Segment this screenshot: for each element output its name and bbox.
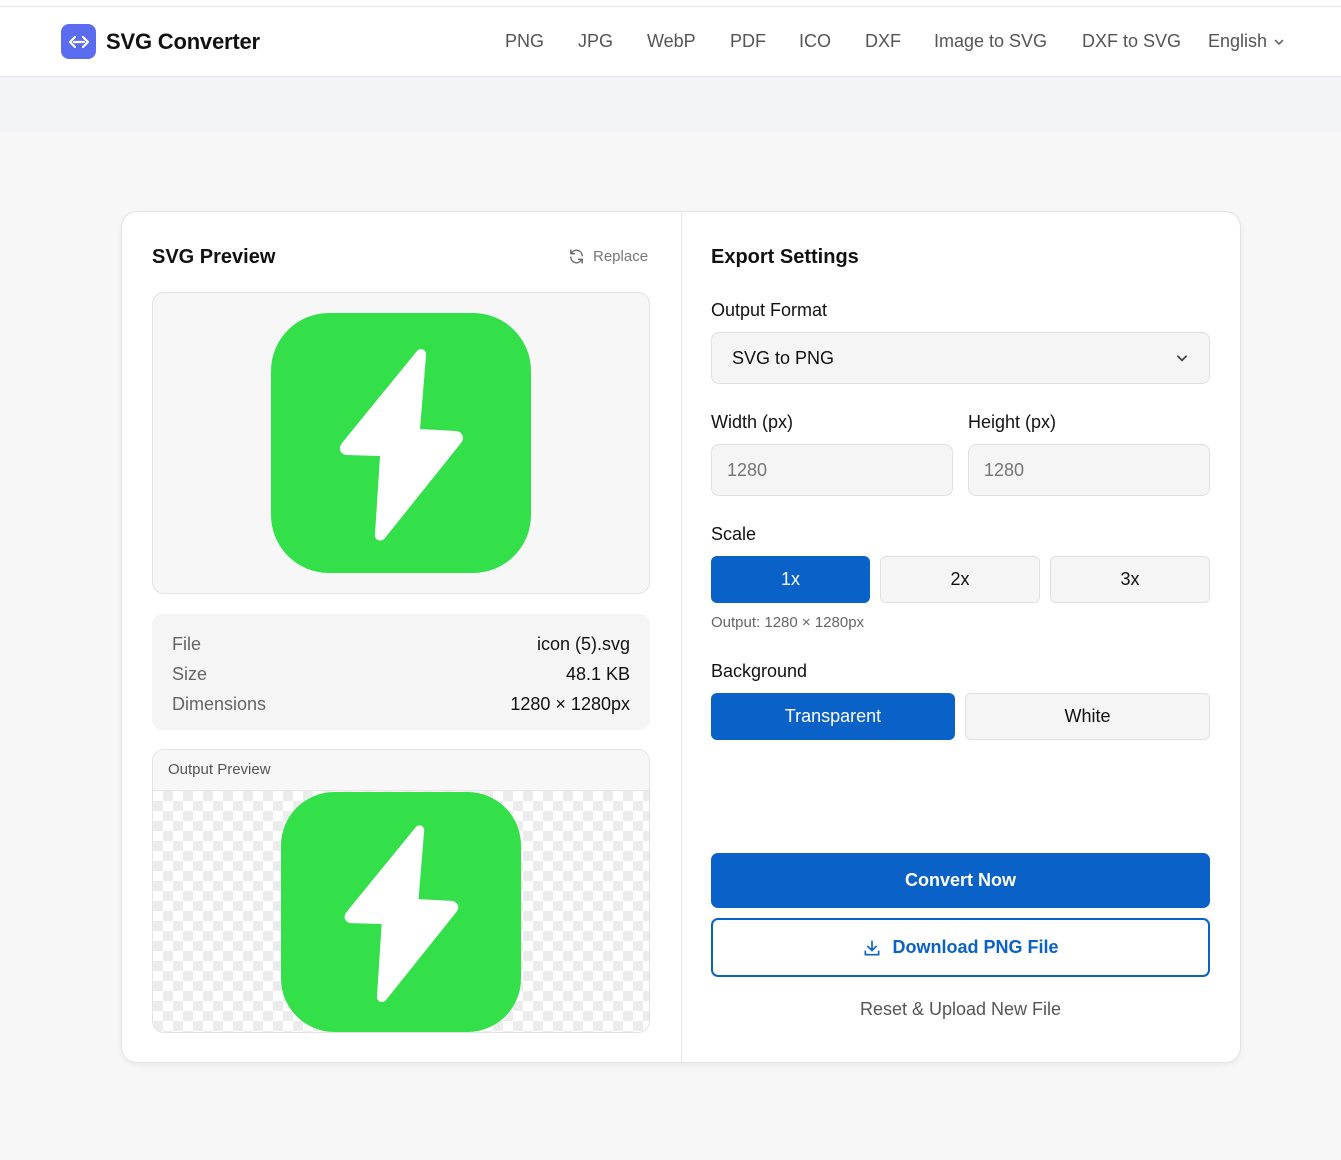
info-row-dimensions: Dimensions 1280 × 1280px [172,689,630,719]
nav-item-pdf[interactable]: PDF [730,31,766,52]
background-option-transparent[interactable]: Transparent [711,693,955,740]
export-settings-title: Export Settings [711,246,859,268]
height-label: Height (px) [968,412,1057,432]
language-selector[interactable]: English [1208,31,1285,52]
svg-preview-title: SVG Preview [152,246,276,268]
background-label: Background [711,661,808,681]
nav-item-dxf-to-svg[interactable]: DXF to SVG [1082,31,1181,52]
scale-option-1x[interactable]: 1x [711,556,870,603]
width-label: Width (px) [711,412,794,432]
file-info: File icon (5).svg Size 48.1 KB Dimension… [152,614,650,730]
converter-card: SVG Preview Replace File icon (5).svg Si… [121,211,1241,1063]
download-png-button[interactable]: Download PNG File [711,918,1210,977]
site-header: SVG Converter PNG JPG WebP PDF ICO DXF I… [0,7,1341,77]
output-format-select[interactable]: SVG to PNG [711,332,1210,384]
transparency-grid [153,791,649,1032]
svg-preview-area [152,292,650,594]
download-label: Download PNG File [892,937,1059,957]
output-preview-label: Output Preview [153,750,649,791]
info-label: File [172,633,202,654]
hero-band [0,77,1341,132]
chevron-down-icon [1274,39,1284,45]
output-format-value: SVG to PNG [732,347,835,368]
height-input[interactable] [968,444,1210,496]
info-row-file: File icon (5).svg [172,629,630,659]
convert-now-button[interactable]: Convert Now [711,853,1210,908]
lightning-app-icon-output [281,791,521,1032]
info-label: Dimensions [172,693,267,714]
scale-label: Scale [711,524,757,544]
info-value: 1280 × 1280px [510,693,630,714]
nav-item-webp[interactable]: WebP [647,31,696,52]
nav-item-image-to-svg[interactable]: Image to SVG [934,31,1047,52]
output-format-label: Output Format [711,300,828,320]
width-input[interactable] [711,444,953,496]
output-preview: Output Preview [152,749,650,1033]
info-label: Size [172,663,208,684]
reset-upload-link[interactable]: Reset & Upload New File [711,999,1210,1020]
language-label: English [1208,31,1268,51]
top-strip [0,0,1341,7]
info-value: icon (5).svg [536,633,630,654]
nav-item-jpg[interactable]: JPG [578,31,613,52]
nav-item-ico[interactable]: ICO [799,31,831,52]
output-size-hint: Output: 1280 × 1280px [711,614,865,631]
main-nav: PNG JPG WebP PDF ICO DXF Image to SVG DX… [0,31,1341,55]
background-option-white[interactable]: White [965,693,1210,740]
info-row-size: Size 48.1 KB [172,659,630,689]
download-icon [864,940,880,955]
nav-item-dxf[interactable]: DXF [865,31,901,52]
panel-divider [681,212,682,1062]
info-value: 48.1 KB [565,663,630,684]
chevron-down-icon [1177,355,1187,362]
scale-option-2x[interactable]: 2x [880,556,1040,603]
scale-option-3x[interactable]: 3x [1050,556,1210,603]
replace-button[interactable]: Replace [568,248,648,265]
replace-label: Replace [593,248,649,265]
refresh-icon [570,249,583,264]
lightning-app-icon [271,313,531,573]
nav-item-png[interactable]: PNG [505,31,544,52]
